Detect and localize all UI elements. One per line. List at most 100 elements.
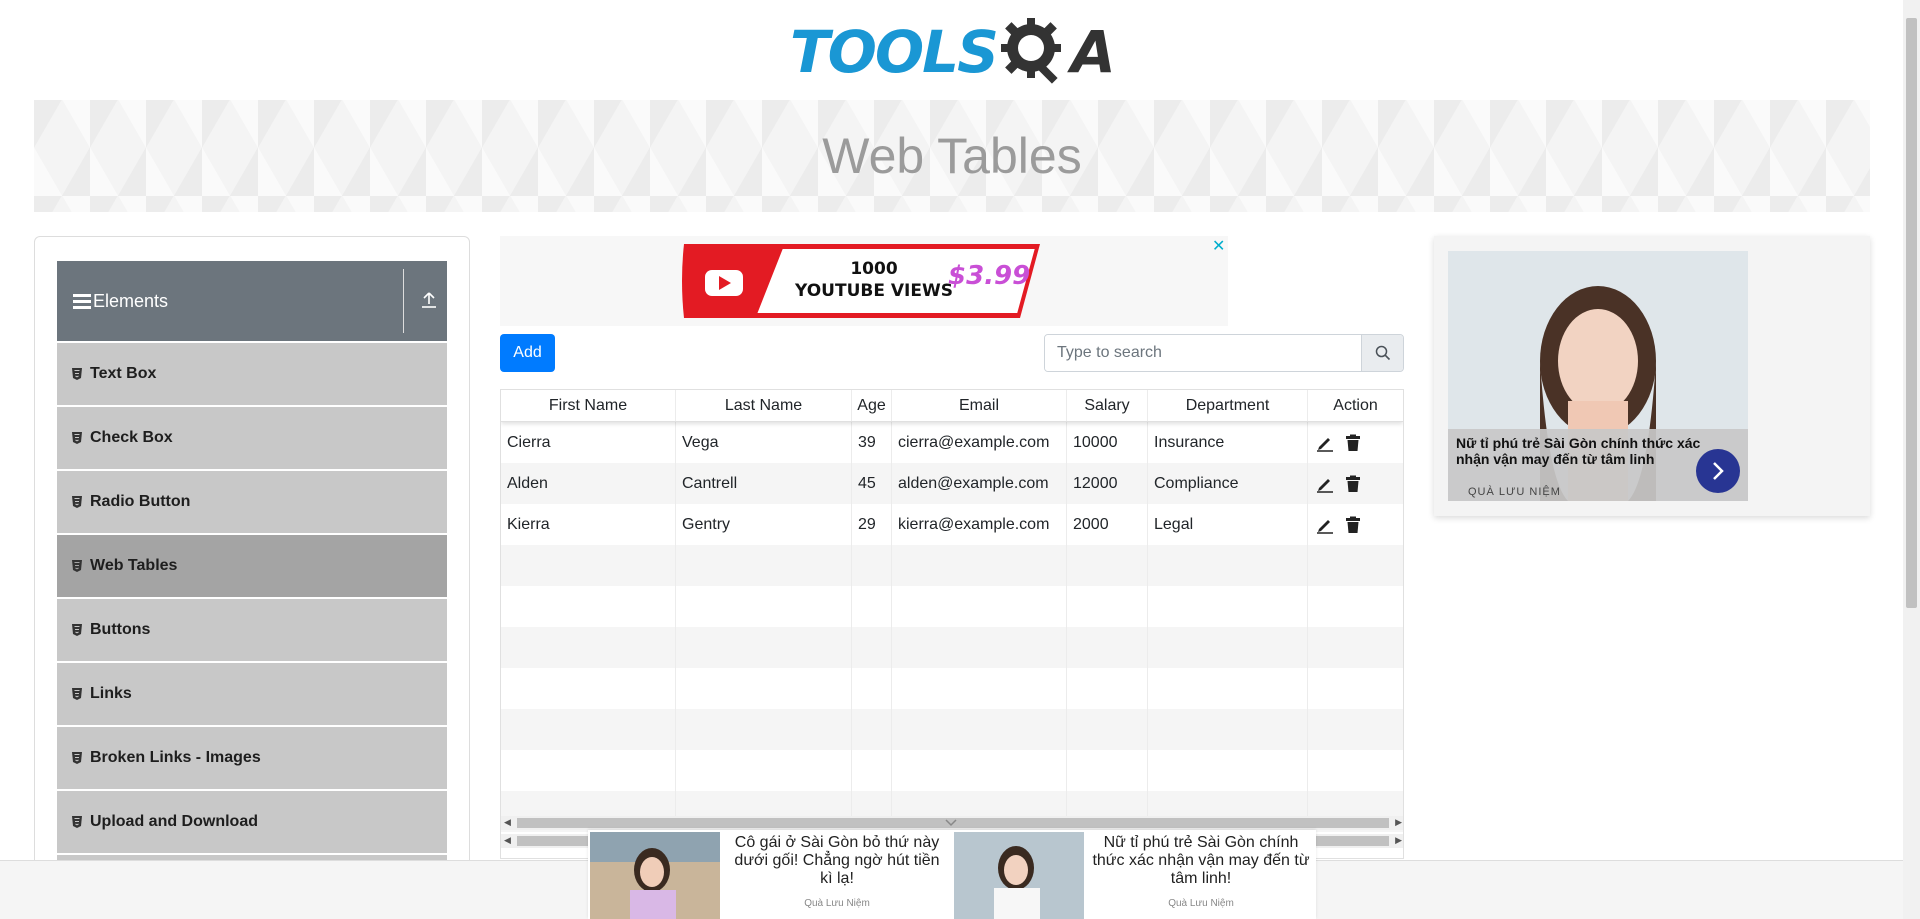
sidebar-item-label: Buttons [90,621,151,638]
cell-last-name: Gentry [676,504,852,545]
search-icon [1375,345,1390,361]
ad-line2: YOUTUBE VIEWS [794,281,953,301]
cell-age: 45 [852,463,892,504]
logo-text: TOOLS [790,18,999,86]
ad-card[interactable]: Nữ tỉ phú trẻ Sài Gòn chính thức xác nhậ… [1448,251,1748,501]
sidebar-item-label: Check Box [90,429,173,446]
cell-department: Legal [1148,504,1308,545]
sidebar-item-label: Links [90,685,132,702]
sidebar-item-links[interactable]: Links [57,663,447,725]
column-header[interactable]: Action [1308,390,1403,421]
table-row: Kierra Gentry 29 kierra@example.com 2000… [501,504,1403,545]
delete-icon[interactable] [1344,475,1362,493]
html5-icon [72,816,82,828]
web-table: First Name Last Name Age Email Salary De… [500,389,1404,859]
delete-icon[interactable] [1344,516,1362,534]
empty-row [501,627,1403,668]
table-row: Alden Cantrell 45 alden@example.com 1200… [501,463,1403,504]
ad-text: Cô gái ở Sài Gòn bỏ thứ này dưới gối! Ch… [734,834,940,887]
cell-email: cierra@example.com [892,422,1067,463]
page-scrollbar[interactable] [1903,0,1920,919]
sidebar-item-label: Radio Button [90,493,191,510]
ad-next-button[interactable] [1696,449,1740,493]
sidebar-item-broken-links[interactable]: Broken Links - Images [57,727,447,789]
add-button[interactable]: Add [500,334,555,372]
sidebar-item-buttons[interactable]: Buttons [57,599,447,661]
cell-first-name: Cierra [501,422,676,463]
table-row: Cierra Vega 39 cierra@example.com 10000 … [501,422,1403,463]
ad-text: Nữ tỉ phú trẻ Sài Gòn chính thức xác nhậ… [1092,834,1310,887]
group-title: Elements [93,290,169,311]
upload-icon[interactable] [421,291,437,309]
search-box [1044,334,1404,372]
cell-salary: 12000 [1067,463,1148,504]
divider [403,269,404,333]
cell-department: Compliance [1148,463,1308,504]
column-header[interactable]: Last Name [676,390,852,421]
center-ad-banner[interactable]: 1000 YOUTUBE VIEWS $3.99 [500,236,1228,326]
cell-age: 29 [852,504,892,545]
cell-salary: 10000 [1067,422,1148,463]
hamburger-icon [73,293,91,309]
html5-icon [72,496,82,508]
column-header[interactable]: First Name [501,390,676,421]
sidebar-item-upload-download[interactable]: Upload and Download [57,791,447,853]
html5-icon [72,752,82,764]
bottom-ad[interactable]: Cô gái ở Sài Gòn bỏ thứ này dưới gối! Ch… [588,830,1316,919]
empty-row [501,586,1403,627]
right-ad-panel[interactable]: Nữ tỉ phú trẻ Sài Gòn chính thức xác nhậ… [1434,236,1870,516]
cell-last-name: Cantrell [676,463,852,504]
bottom-ad-item[interactable]: Cô gái ở Sài Gòn bỏ thứ này dưới gối! Ch… [588,830,952,919]
empty-row [501,545,1403,586]
empty-row [501,668,1403,709]
edit-icon[interactable] [1316,434,1334,452]
youtube-views-ad: 1000 YOUTUBE VIEWS $3.99 [682,244,1040,318]
chevron-down-icon[interactable] [944,816,958,830]
sidebar-item-label: Text Box [90,365,157,382]
ad-source: Quà Lưu Niệm [804,898,870,909]
ad-source: QUÀ LƯU NIỆM [1468,486,1561,498]
bottom-ad-item[interactable]: Nữ tỉ phú trẻ Sài Gòn chính thức xác nhậ… [952,830,1316,919]
edit-icon[interactable] [1316,475,1334,493]
cell-department: Insurance [1148,422,1308,463]
left-panel: Elements Text Box Check Box Radio Button… [34,236,470,919]
column-header[interactable]: Department [1148,390,1308,421]
column-header[interactable]: Email [892,390,1067,421]
ad-thumbnail [590,832,720,919]
sidebar-item-radio-button[interactable]: Radio Button [57,471,447,533]
ad-title: Nữ tỉ phú trẻ Sài Gòn chính thức xác nhậ… [1456,435,1701,467]
html5-icon [72,688,82,700]
sidebar-item-check-box[interactable]: Check Box [57,407,447,469]
cell-actions [1308,504,1403,545]
html5-icon [72,560,82,572]
edit-icon[interactable] [1316,516,1334,534]
table-header: First Name Last Name Age Email Salary De… [501,390,1403,422]
gear-search-icon [1000,18,1061,84]
cell-email: kierra@example.com [892,504,1067,545]
elements-group-header[interactable]: Elements [57,261,447,341]
empty-row [501,750,1403,791]
ad-price: $3.99 [948,261,1030,291]
logo-letter-a: A [1070,18,1116,86]
empty-row [501,709,1403,750]
sidebar-item-web-tables[interactable]: Web Tables [57,535,447,597]
sidebar-item-label: Broken Links - Images [90,749,261,766]
column-header[interactable]: Salary [1067,390,1148,421]
cell-salary: 2000 [1067,504,1148,545]
sidebar-item-text-box[interactable]: Text Box [57,343,447,405]
cell-first-name: Alden [501,463,676,504]
cell-last-name: Vega [676,422,852,463]
sidebar-item-label: Upload and Download [90,813,258,830]
sidebar-item-label: Web Tables [90,557,178,574]
toolsqa-logo[interactable]: TOOLS A [790,14,1120,90]
column-header[interactable]: Age [852,390,892,421]
search-input[interactable] [1045,335,1361,371]
ad-thumbnail [954,832,1084,919]
cell-email: alden@example.com [892,463,1067,504]
html5-icon [72,368,82,380]
sidebar-menu: Text Box Check Box Radio Button Web Tabl… [57,343,447,919]
cell-actions [1308,422,1403,463]
delete-icon[interactable] [1344,434,1362,452]
search-button[interactable] [1361,335,1403,371]
close-icon[interactable]: ✕ [1212,236,1225,256]
